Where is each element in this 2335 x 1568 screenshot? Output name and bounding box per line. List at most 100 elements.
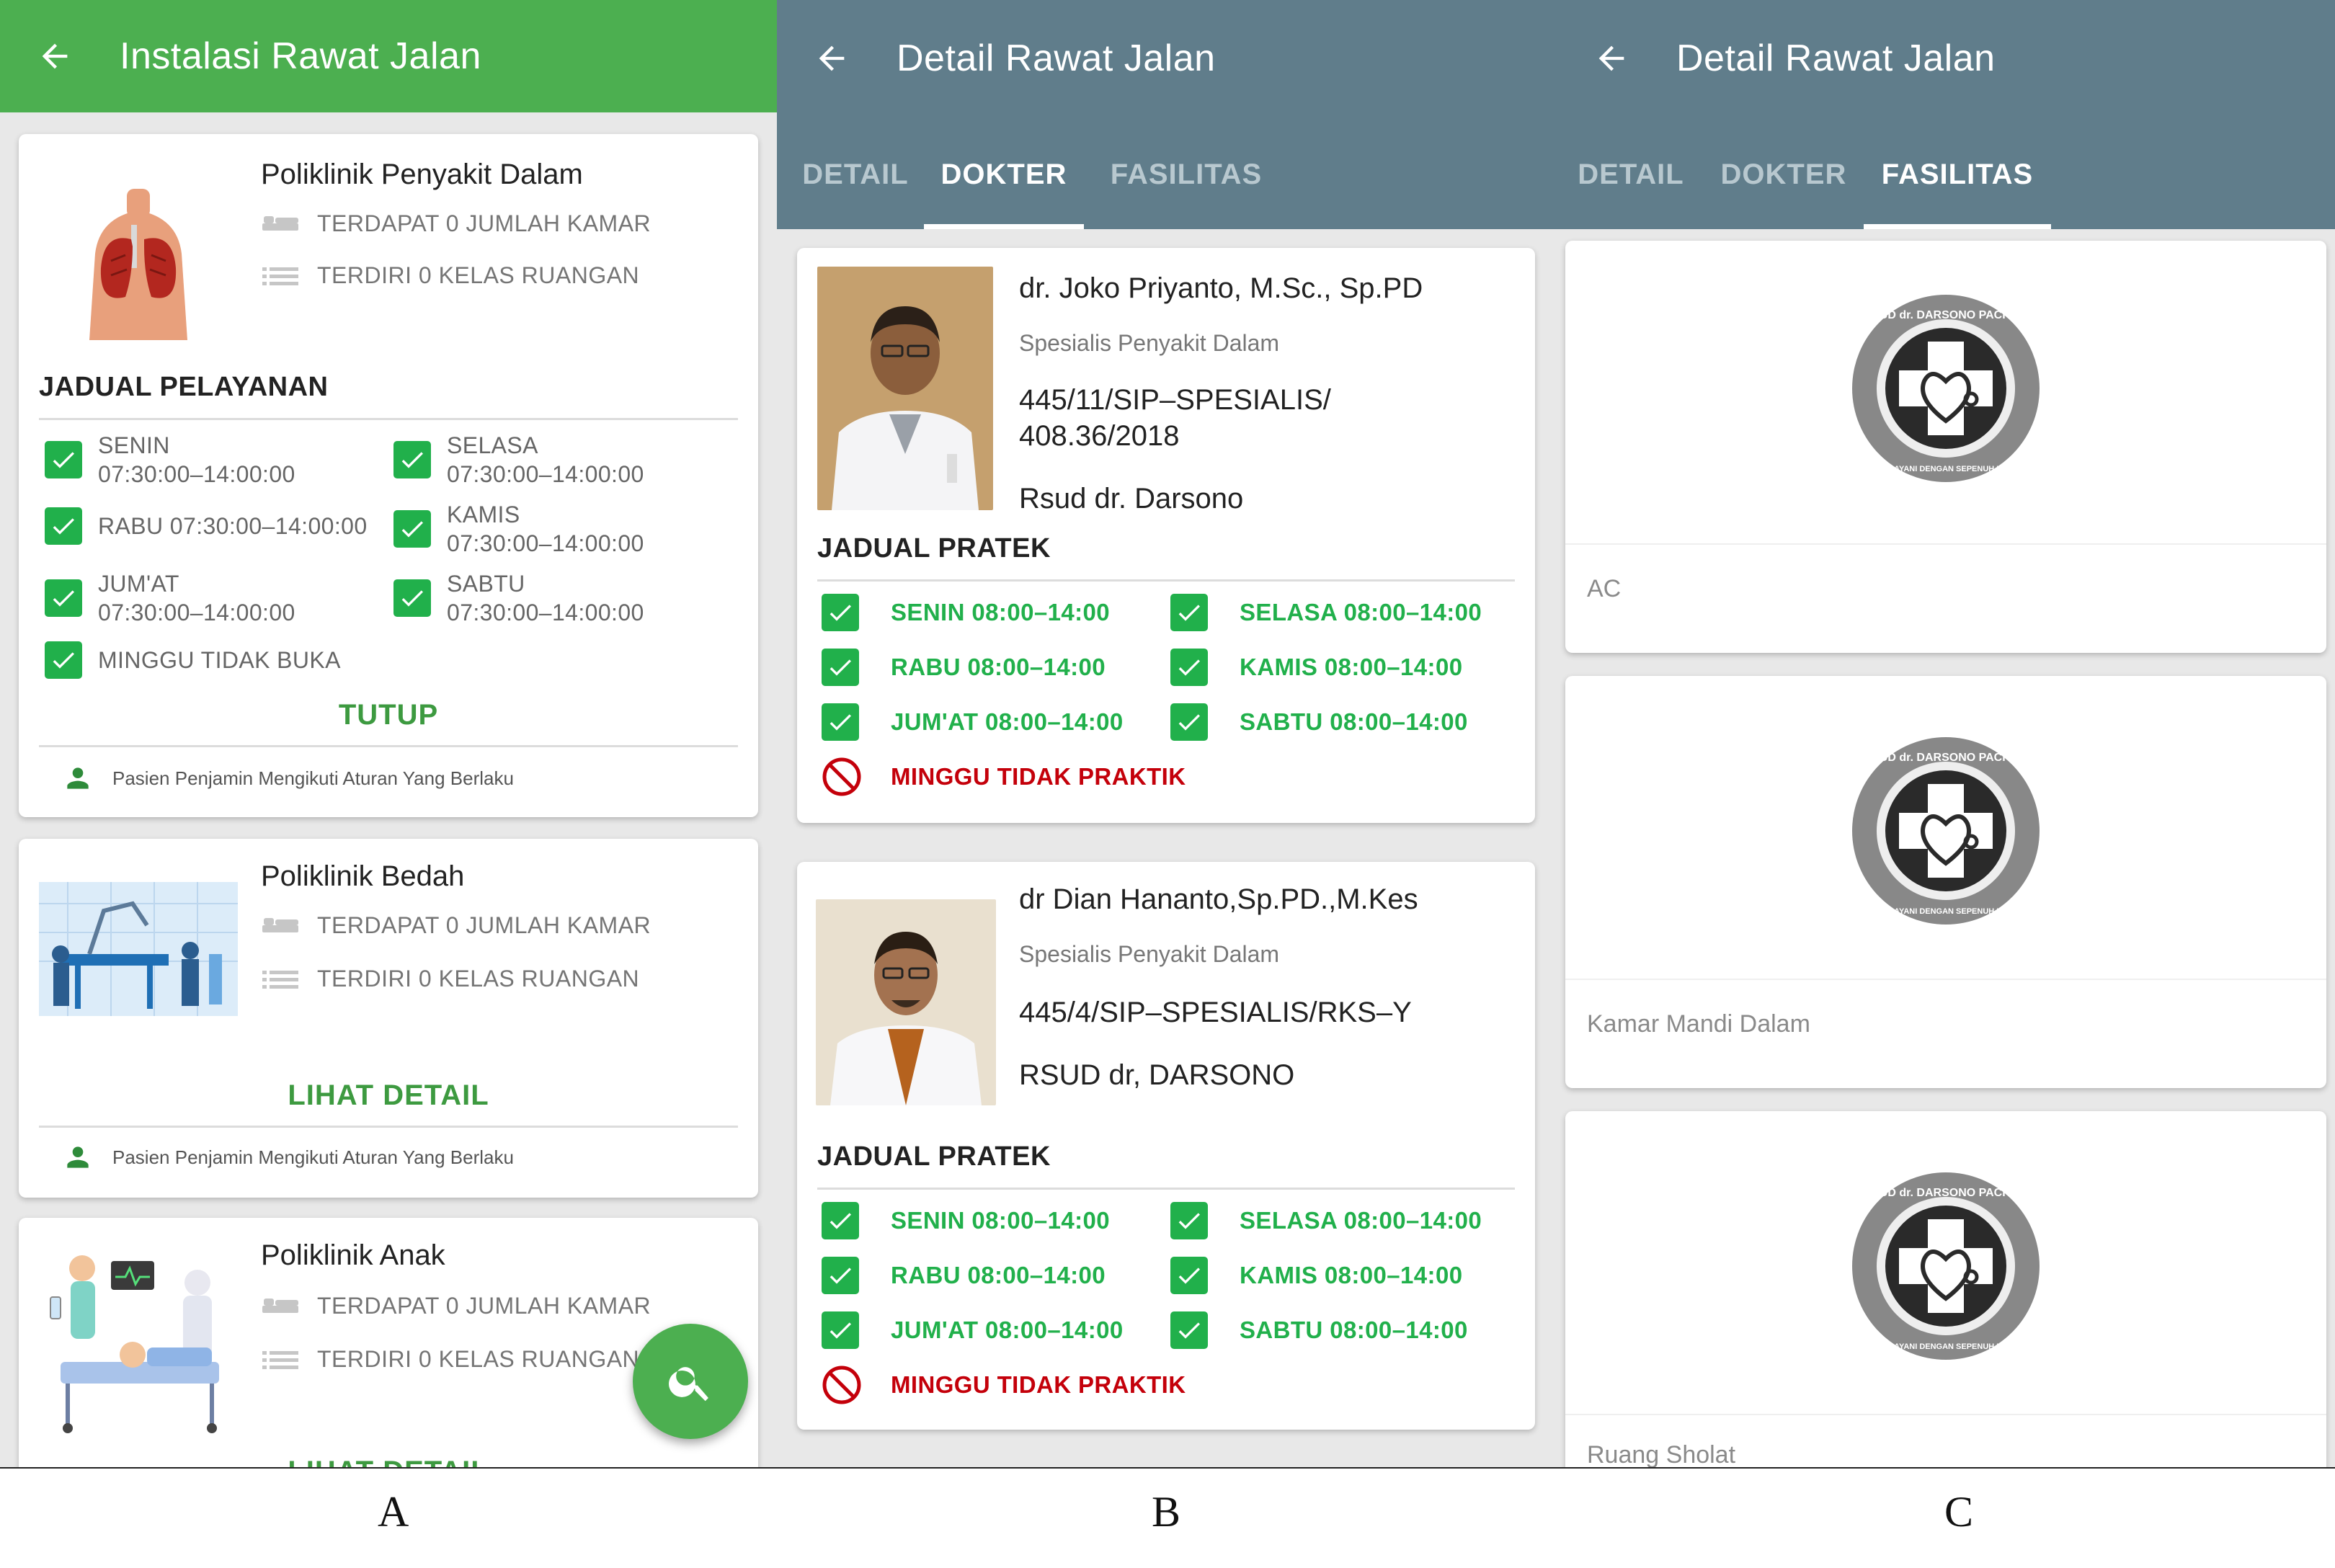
bed-icon — [262, 1298, 298, 1313]
practice-day: SABTU 08:00–14:00 — [1170, 703, 1468, 741]
check-icon — [1170, 594, 1208, 631]
logo-motto: MELAYANI DENGAN SEPENUH HATI — [1877, 907, 2014, 916]
check-icon — [1170, 1257, 1208, 1294]
tab-fasilitas[interactable]: FASILITAS — [1864, 144, 2051, 229]
schedule-time: 07:30:00–14:00:00 — [98, 600, 295, 625]
facility-name: Kamar Mandi Dalam — [1587, 1010, 1810, 1038]
check-icon — [393, 441, 431, 478]
practice-day: JUM'AT 08:00–14:00 — [822, 1311, 1124, 1349]
guarantor-note: Pasien Penjamin Mengikuti Aturan Yang Be… — [62, 1141, 514, 1173]
facility-card[interactable]: RSUD dr. DARSONO PACITAN MELAYANI DENGAN… — [1565, 676, 2326, 1088]
tab-fasilitas[interactable]: FASILITAS — [1098, 144, 1274, 229]
hospital-logo: RSUD dr. DARSONO PACITAN MELAYANI DENGAN… — [1852, 295, 2040, 482]
back-arrow-icon — [819, 45, 845, 71]
schedule-time: 07:30:00–14:00:00 — [447, 530, 644, 556]
check-icon — [45, 641, 82, 679]
doctor-photo — [816, 899, 996, 1105]
practice-day-text: RABU 08:00–14:00 — [891, 654, 1106, 680]
schedule-time: 07:30:00–14:00:00 — [98, 461, 295, 487]
schedule-time: 07:30:00–14:00:00 — [447, 461, 644, 487]
page-title: Instalasi Rawat Jalan — [120, 35, 481, 77]
divider — [39, 418, 738, 420]
schedule-day: SENIN — [98, 432, 170, 458]
back-button[interactable] — [33, 35, 76, 78]
person-icon — [67, 1146, 89, 1168]
doctor-license: 445/4/SIP–SPESIALIS/RKS–Y — [1019, 997, 1412, 1028]
poli-name: Poliklinik Anak — [261, 1239, 445, 1271]
panel-b-doctor-tab: Detail Rawat Jalan DETAIL DOKTER FASILIT… — [777, 0, 1557, 1467]
tab-dokter[interactable]: DOKTER — [924, 144, 1084, 229]
poli-name: Poliklinik Penyakit Dalam — [261, 159, 583, 190]
check-icon — [822, 649, 859, 686]
practice-day-text: JUM'AT 08:00–14:00 — [891, 708, 1124, 735]
no-entry-icon — [822, 1366, 861, 1404]
class-count: TERDIRI 0 KELAS RUANGAN — [261, 1346, 639, 1373]
facility-card[interactable]: RSUD dr. DARSONO PACITAN MELAYANI DENGAN… — [1565, 1111, 2326, 1467]
closed-day: MINGGU TIDAK PRAKTIK — [822, 757, 1186, 797]
closed-day-text: MINGGU TIDAK PRAKTIK — [891, 1371, 1186, 1398]
poliklinik-card[interactable]: Poliklinik Penyakit Dalam TERDAPAT 0 JUM… — [19, 134, 758, 817]
check-icon — [1170, 1311, 1208, 1349]
tab-dokter[interactable]: DOKTER — [1717, 144, 1851, 229]
search-fab[interactable] — [633, 1324, 748, 1439]
check-icon — [1170, 1202, 1208, 1239]
divider — [1565, 543, 2326, 545]
facility-card[interactable]: RSUD dr. DARSONO PACITAN MELAYANI DENGAN… — [1565, 241, 2326, 653]
view-detail-button[interactable]: LIHAT DETAIL — [19, 1079, 758, 1112]
practice-schedule-title: JADUAL PRATEK — [817, 533, 1051, 564]
class-count-text: TERDIRI 0 KELAS RUANGAN — [317, 262, 640, 288]
check-icon — [45, 441, 82, 478]
practice-day: SENIN 08:00–14:00 — [822, 594, 1110, 631]
divider — [39, 1126, 738, 1128]
divider — [817, 579, 1515, 582]
list-icon — [262, 267, 298, 285]
divider — [1565, 979, 2326, 980]
closed-day-text: MINGGU TIDAK PRAKTIK — [891, 763, 1186, 790]
practice-day-text: SABTU 08:00–14:00 — [1240, 1317, 1468, 1343]
logo-text: RSUD dr. DARSONO PACITAN — [1864, 309, 2029, 321]
tab-detail[interactable]: DETAIL — [801, 144, 909, 229]
schedule-day: RABU 07:30:00–14:00:00 — [98, 513, 368, 539]
schedule-day: KAMIS — [447, 502, 520, 527]
practice-day: SENIN 08:00–14:00 — [822, 1202, 1110, 1239]
room-count-text: TERDAPAT 0 JUMLAH KAMAR — [317, 210, 651, 236]
app-bar: Instalasi Rawat Jalan — [0, 0, 777, 112]
list-icon — [262, 970, 298, 989]
doctor-card[interactable]: dr Dian Hananto,Sp.PD.,M.Kes Spesialis P… — [797, 862, 1535, 1430]
doctor-license: 445/11/SIP–SPESIALIS/ 408.36/2018 — [1019, 384, 1331, 452]
practice-day-text: SABTU 08:00–14:00 — [1240, 708, 1468, 735]
panel-label-a: A — [378, 1488, 409, 1536]
schedule-day: MINGGU TIDAK BUKA — [98, 647, 341, 673]
hospital-logo: RSUD dr. DARSONO PACITAN MELAYANI DENGAN… — [1852, 737, 2040, 925]
poliklinik-card[interactable]: Poliklinik Bedah TERDAPAT 0 JUMLAH KAMAR… — [19, 839, 758, 1198]
doctor-card[interactable]: dr. Joko Priyanto, M.Sc., Sp.PD Spesiali… — [797, 248, 1535, 823]
view-detail-button[interactable]: LIHAT DETAIL — [19, 1456, 758, 1467]
logo-text: RSUD dr. DARSONO PACITAN — [1864, 1187, 2029, 1199]
check-icon — [822, 594, 859, 631]
logo-text: RSUD dr. DARSONO PACITAN — [1864, 752, 2029, 764]
guarantor-note-text: Pasien Penjamin Mengikuti Aturan Yang Be… — [112, 767, 514, 789]
class-count: TERDIRI 0 KELAS RUANGAN — [261, 966, 639, 992]
panel-label-b: B — [1152, 1488, 1181, 1536]
app-bar: Detail Rawat Jalan DETAIL DOKTER FASILIT… — [1557, 0, 2335, 229]
pediatric-illustration — [50, 1255, 219, 1433]
list-icon — [262, 1350, 298, 1369]
closed-day: MINGGU TIDAK PRAKTIK — [822, 1365, 1186, 1405]
class-count-text: TERDIRI 0 KELAS RUANGAN — [317, 966, 640, 992]
schedule-item: JUM'AT 07:30:00–14:00:00 — [45, 569, 295, 627]
close-button[interactable]: TUTUP — [19, 699, 758, 731]
check-icon — [393, 579, 431, 617]
back-button[interactable] — [810, 37, 853, 80]
check-icon — [822, 703, 859, 741]
tab-detail[interactable]: DETAIL — [1577, 144, 1685, 229]
tab-bar: DETAIL DOKTER FASILITAS — [777, 144, 1557, 229]
back-button[interactable] — [1590, 37, 1633, 80]
person-icon — [67, 767, 89, 789]
schedule-time: 07:30:00–14:00:00 — [447, 600, 644, 625]
room-count: TERDAPAT 0 JUMLAH KAMAR — [261, 912, 651, 939]
page-title: Detail Rawat Jalan — [897, 37, 1216, 79]
hospital-logo: RSUD dr. DARSONO PACITAN MELAYANI DENGAN… — [1852, 1172, 2040, 1360]
lungs-illustration — [89, 189, 187, 340]
schedule-item: MINGGU TIDAK BUKA — [45, 641, 341, 679]
divider — [39, 745, 738, 747]
